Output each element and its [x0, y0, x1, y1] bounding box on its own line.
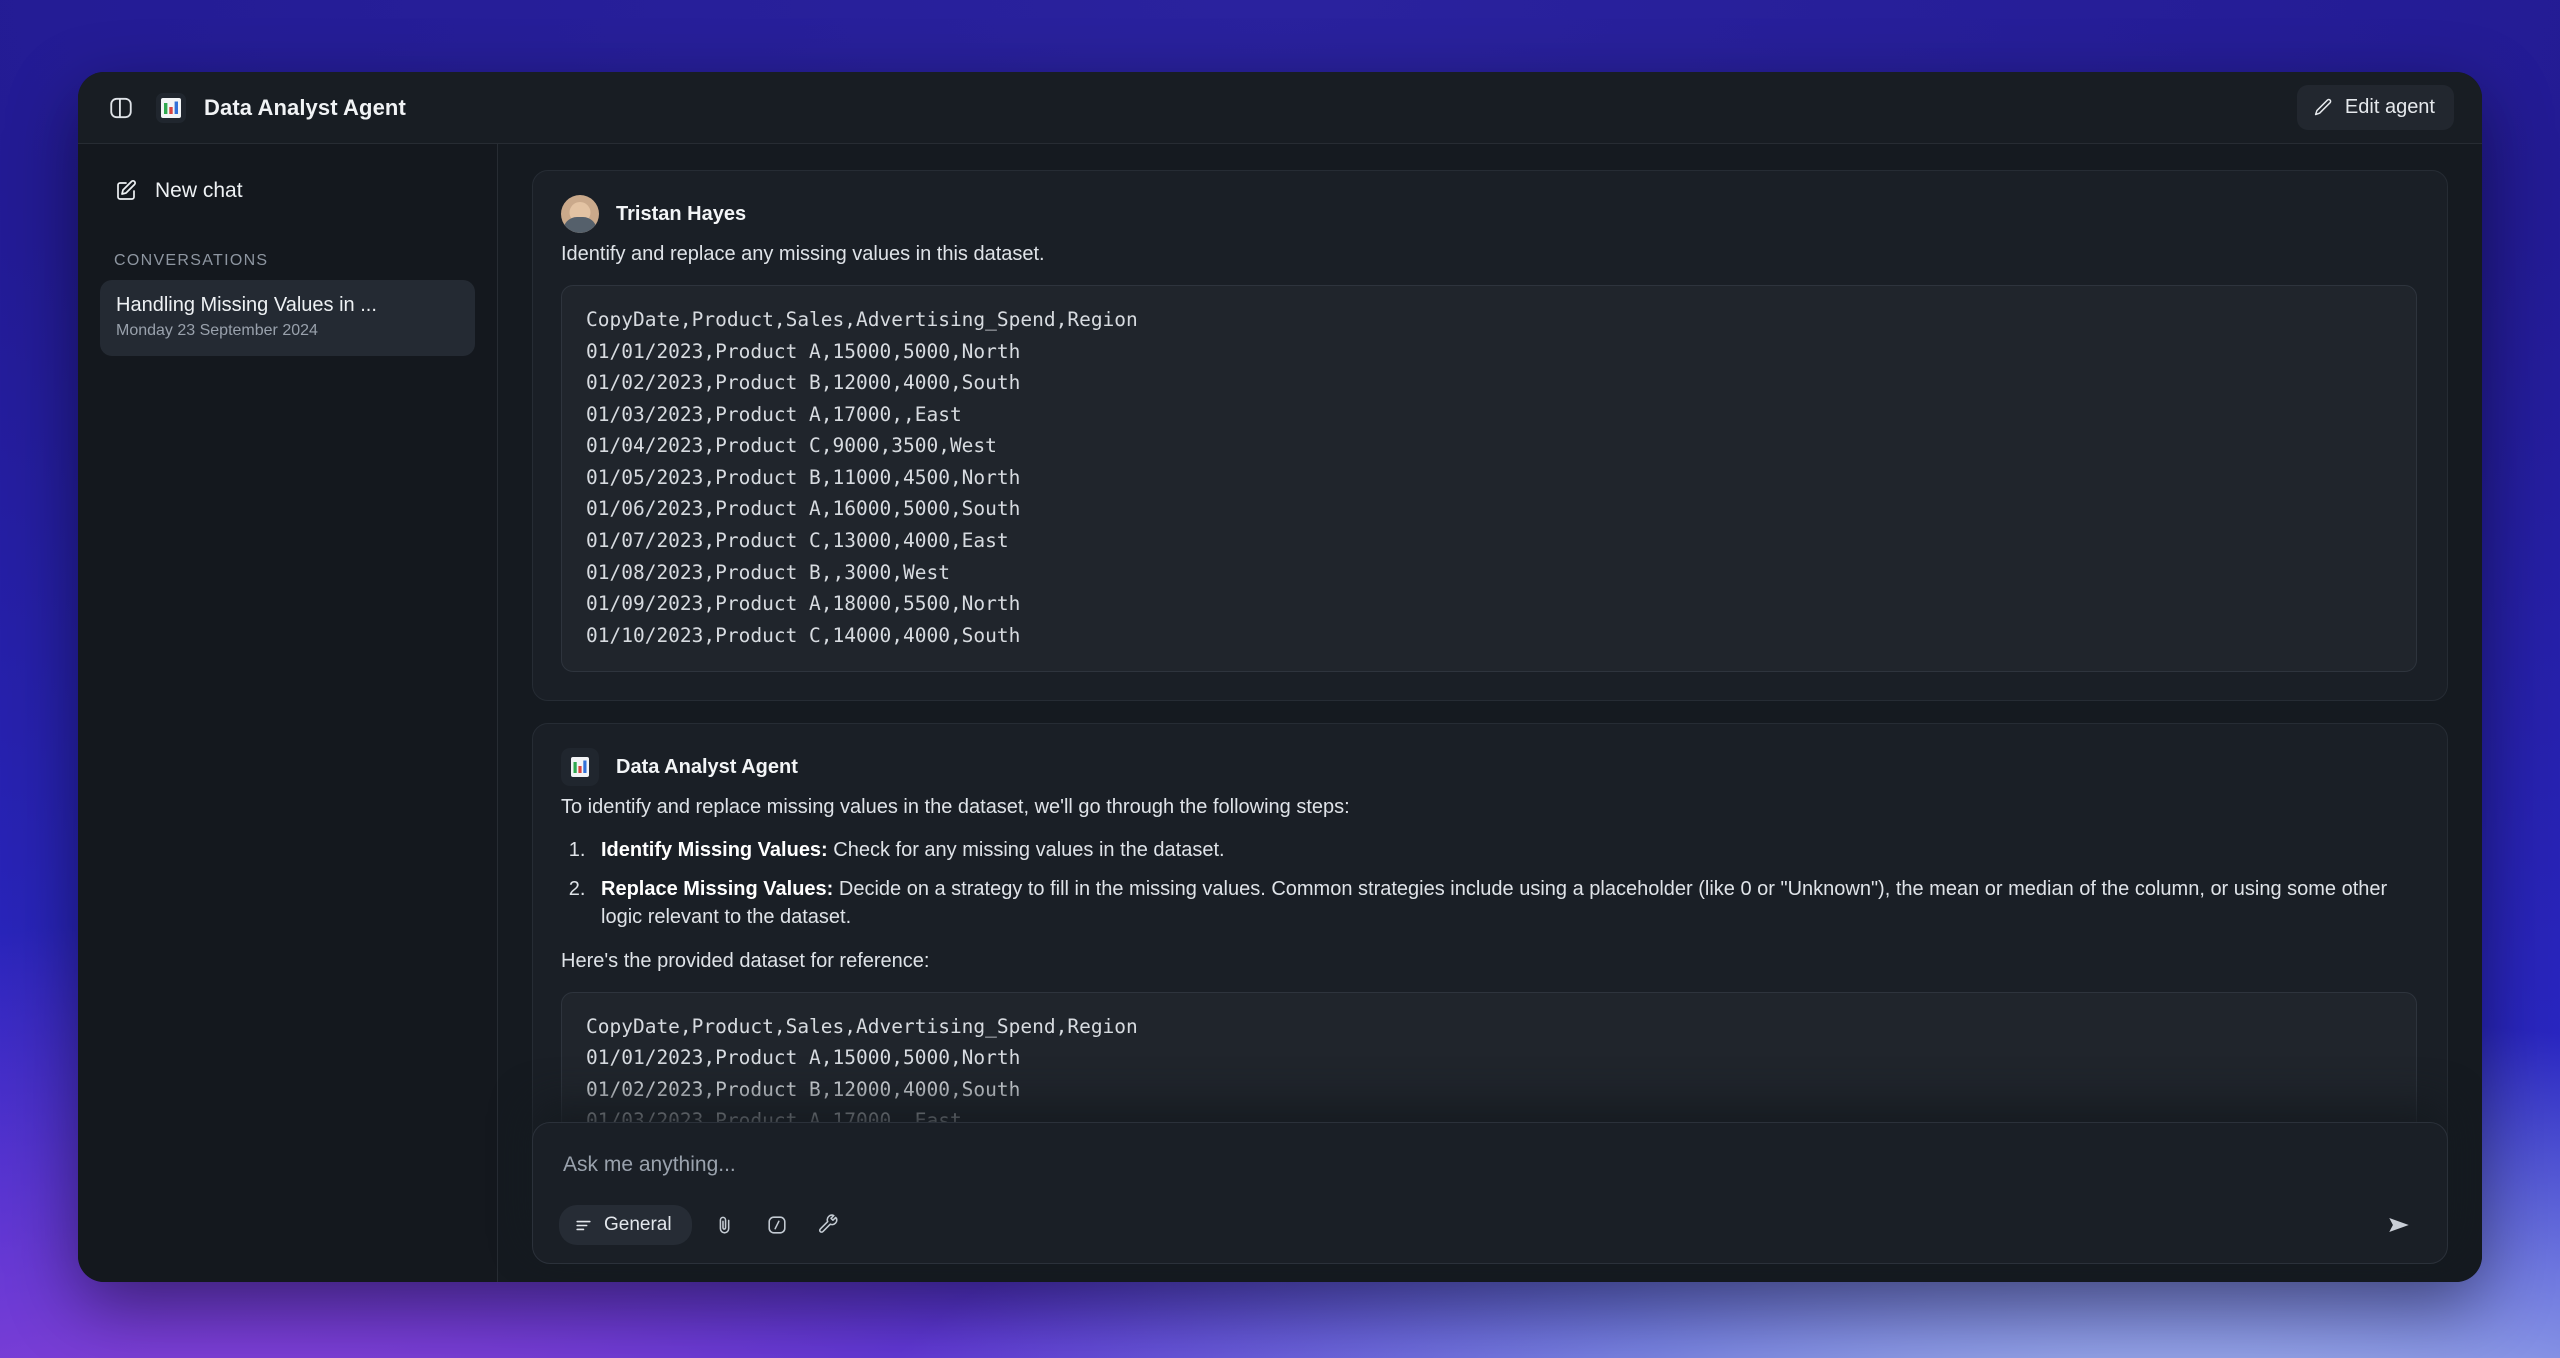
- step-body: Decide on a strategy to fill in the miss…: [601, 878, 2387, 928]
- message-outro-text: Here's the provided dataset for referenc…: [561, 946, 2417, 976]
- chat-main: Tristan Hayes Identify and replace any m…: [498, 144, 2482, 1282]
- compose-icon: [114, 179, 138, 203]
- avatar: [561, 748, 599, 786]
- new-chat-label: New chat: [155, 179, 243, 203]
- step-term: Identify Missing Values:: [601, 839, 828, 861]
- bar-chart-app-icon: [156, 93, 186, 123]
- edit-agent-button[interactable]: Edit agent: [2297, 85, 2454, 130]
- mode-selector-general[interactable]: General: [559, 1205, 692, 1245]
- mode-label: General: [604, 1214, 672, 1236]
- sidebar: New chat CONVERSATIONS Handling Missing …: [78, 144, 498, 1282]
- message-sender: Data Analyst Agent: [616, 756, 798, 779]
- message-input[interactable]: Ask me anything...: [559, 1145, 2421, 1205]
- wrench-icon[interactable]: [810, 1206, 848, 1244]
- sidebar-panel-icon[interactable]: [104, 91, 138, 125]
- steps-list: Identify Missing Values: Check for any m…: [591, 836, 2417, 931]
- message-intro-text: To identify and replace missing values i…: [561, 792, 2417, 822]
- new-chat-button[interactable]: New chat: [100, 166, 475, 216]
- page-title: Data Analyst Agent: [204, 95, 406, 121]
- avatar: [561, 195, 599, 233]
- chat-message-user: Tristan Hayes Identify and replace any m…: [532, 170, 2448, 701]
- list-item: Identify Missing Values: Check for any m…: [591, 836, 2417, 864]
- app-window: Data Analyst Agent Edit agent Ne: [78, 72, 2482, 1282]
- sidebar-item-conversation[interactable]: Handling Missing Values in ... Monday 23…: [100, 280, 475, 356]
- code-block[interactable]: CopyDate,Product,Sales,Advertising_Spend…: [561, 285, 2417, 672]
- conversation-date: Monday 23 September 2024: [116, 322, 459, 340]
- slash-command-icon[interactable]: [758, 1206, 796, 1244]
- message-sender: Tristan Hayes: [616, 203, 746, 226]
- list-item: Replace Missing Values: Decide on a stra…: [591, 875, 2417, 932]
- conversations-section-label: CONVERSATIONS: [114, 252, 475, 270]
- message-text: Identify and replace any missing values …: [561, 239, 2417, 269]
- code-content: CopyDate,Product,Sales,Advertising_Spend…: [586, 304, 2392, 651]
- attachment-icon[interactable]: [706, 1206, 744, 1244]
- step-body: Check for any missing values in the data…: [828, 839, 1225, 861]
- titlebar: Data Analyst Agent Edit agent: [78, 72, 2482, 144]
- send-button[interactable]: [2377, 1205, 2421, 1245]
- message-scroll-area[interactable]: Tristan Hayes Identify and replace any m…: [498, 144, 2482, 1282]
- edit-agent-label: Edit agent: [2345, 96, 2435, 119]
- lines-icon: [574, 1216, 593, 1235]
- composer: Ask me anything... General: [532, 1122, 2448, 1264]
- pencil-icon: [2313, 97, 2334, 118]
- step-term: Replace Missing Values:: [601, 878, 833, 900]
- conversation-title: Handling Missing Values in ...: [116, 294, 459, 317]
